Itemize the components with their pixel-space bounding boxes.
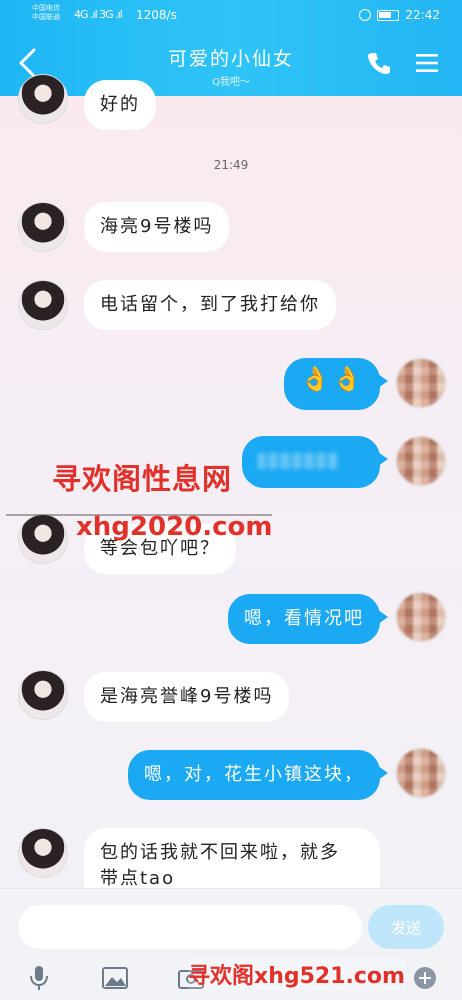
send-button[interactable]: 发送 [368,905,444,949]
outgoing-message[interactable]: 嗯，看情况吧 [228,594,388,644]
phone-icon [368,53,390,74]
carrier-top: 中国电信 [32,4,60,12]
image-button[interactable] [100,963,130,993]
microphone-icon [30,966,48,990]
watermark-footer: 寻欢阁xhg521.com [188,958,405,990]
signal-indicator: 4G .ıl 3G .ıl [74,8,123,21]
more-button[interactable] [410,963,440,993]
call-button[interactable] [366,50,392,76]
incoming-message[interactable]: 好的 [84,80,156,130]
contact-avatar[interactable] [18,280,68,330]
carrier-bottom: 中国联通 [32,13,60,21]
my-avatar[interactable] [396,748,446,798]
menu-button[interactable] [414,50,440,76]
my-avatar[interactable] [396,436,446,486]
status-bar: 中国电信 中国联通 4G .ıl 3G .ıl 1208/s 22:42 [0,0,462,34]
plus-icon [414,967,436,989]
clock: 22:42 [405,8,440,22]
outgoing-message[interactable]: 👌👌 [284,358,388,410]
image-icon [102,967,128,989]
chat-title: 可爱的小仙女 [167,48,294,70]
contact-avatar[interactable] [18,202,68,252]
blurred-content [258,453,338,469]
my-avatar[interactable] [396,358,446,408]
alarm-icon [359,9,372,21]
contact-avatar[interactable] [18,670,68,720]
outgoing-message[interactable]: 嗯，对，花生小镇这块， [128,750,388,800]
carrier-info: 中国电信 中国联通 [32,4,60,22]
contact-avatar[interactable] [18,514,68,564]
status-right: 22:42 [359,8,440,22]
incoming-message[interactable]: 海亮9号楼吗 [84,202,230,252]
chat-title-area[interactable]: 可爱的小仙女 Q我吧～ [110,44,352,88]
message-line: 包的话我就不回来啦，就多 [100,842,340,863]
contact-avatar[interactable] [18,828,68,878]
incoming-message[interactable]: 是海亮誉峰9号楼吗 [84,672,290,722]
message-timestamp: 21:49 [213,158,249,172]
network-speed: 1208/s [136,8,177,22]
contact-avatar[interactable] [18,74,68,124]
voice-button[interactable] [24,963,54,993]
outgoing-message-blurred[interactable] [242,436,388,488]
menu-icon [416,54,438,72]
battery-icon [377,9,400,21]
watermark-text: 寻欢阁性息网 [52,462,233,496]
message-input[interactable] [18,905,362,949]
watermark-url: xhg2020.com [76,512,273,542]
incoming-message[interactable]: 电话留个，到了我打给你 [84,280,336,330]
chat-header: 中国电信 中国联通 4G .ıl 3G .ıl 1208/s 22:42 可爱的… [0,0,462,96]
my-avatar[interactable] [396,592,446,642]
